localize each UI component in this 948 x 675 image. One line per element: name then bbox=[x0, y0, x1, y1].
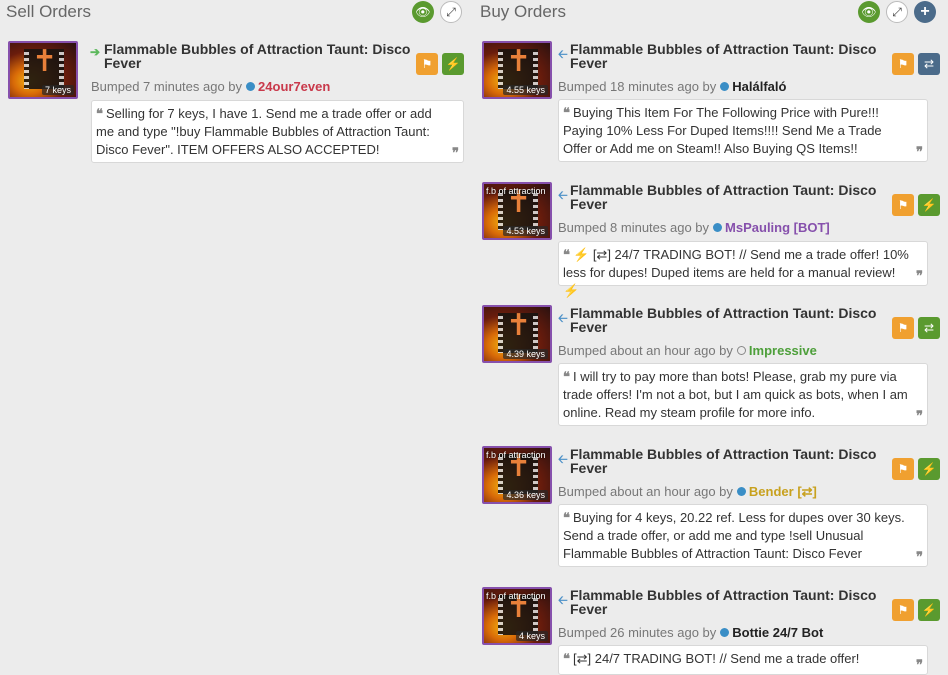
buy-arrow-icon: 🡠 bbox=[558, 593, 568, 607]
quote-open-icon: ❝ bbox=[96, 106, 103, 121]
bolt-icon: ⚡ bbox=[573, 247, 590, 262]
quote-close-icon: ❞ bbox=[916, 549, 923, 564]
quote-open-icon: ❝ bbox=[563, 105, 570, 120]
eye-icon[interactable]: 👁 bbox=[412, 1, 434, 23]
user-link[interactable]: Impressive bbox=[749, 343, 817, 358]
flag-icon[interactable]: ⚑ bbox=[416, 53, 438, 75]
price-tag: 7 keys bbox=[41, 85, 74, 95]
flag-icon[interactable]: ⚑ bbox=[892, 194, 914, 216]
status-dot bbox=[246, 82, 256, 92]
item-caption: f.b of attraction bbox=[486, 450, 546, 460]
flag-icon[interactable]: ⚑ bbox=[892, 599, 914, 621]
plus-icon[interactable]: + bbox=[914, 1, 936, 23]
bumped-line: Bumped 8 minutes ago by MsPauling [BOT] bbox=[558, 220, 830, 235]
bumped-line: Bumped 7 minutes ago by 24our7even bbox=[91, 79, 331, 94]
swap-icon[interactable]: ⇄ bbox=[918, 317, 940, 339]
status-dot bbox=[720, 628, 730, 638]
listing-comment: ❝ Buying This Item For The Following Pric… bbox=[558, 99, 928, 162]
flag-icon[interactable]: ⚑ bbox=[892, 458, 914, 480]
bumped-line: Bumped 18 minutes ago by Halálfaló bbox=[558, 79, 787, 94]
quote-close-icon: ❞ bbox=[916, 408, 923, 423]
expand-icon[interactable]: ⤢ bbox=[440, 1, 462, 23]
buy-arrow-icon: 🡠 bbox=[558, 188, 568, 202]
status-dot bbox=[736, 346, 746, 356]
quote-close-icon: ❞ bbox=[452, 145, 459, 160]
listing-name[interactable]: Flammable Bubbles of Attraction Taunt: D… bbox=[570, 183, 890, 211]
price-tag: 4 keys bbox=[515, 631, 548, 641]
quote-open-icon: ❝ bbox=[563, 510, 570, 525]
buy-arrow-icon: 🡠 bbox=[558, 452, 568, 466]
listing-name[interactable]: Flammable Bubbles of Attraction Taunt: D… bbox=[104, 42, 424, 70]
quote-close-icon: ❞ bbox=[916, 657, 923, 672]
sell-orders-title: Sell Orders bbox=[6, 2, 92, 21]
quote-open-icon: ❝ bbox=[563, 651, 570, 666]
price-tag: 4.39 keys bbox=[503, 349, 548, 359]
price-tag: 4.53 keys bbox=[503, 226, 548, 236]
bolt-icon[interactable]: ⚡ bbox=[918, 194, 940, 216]
sell-arrow-icon: ➔ bbox=[90, 45, 101, 59]
item-caption: f.b of attraction bbox=[486, 186, 546, 196]
user-link[interactable]: 24our7even bbox=[258, 79, 330, 94]
quote-open-icon: ❝ bbox=[563, 369, 570, 384]
listing-name[interactable]: Flammable Bubbles of Attraction Taunt: D… bbox=[570, 306, 890, 334]
item-thumbnail[interactable]: ✝ f.b of attraction 4.36 keys bbox=[482, 446, 552, 504]
bumped-line: Bumped about an hour ago by Bender [⇄] bbox=[558, 484, 817, 499]
item-thumbnail[interactable]: ✝ 4.55 keys bbox=[482, 41, 552, 99]
status-dot bbox=[720, 82, 730, 92]
status-dot bbox=[736, 487, 746, 497]
flag-icon[interactable]: ⚑ bbox=[892, 317, 914, 339]
listing-comment: ❝ Buying for 4 keys, 20.22 ref. Less for … bbox=[558, 504, 928, 567]
listing-name[interactable]: Flammable Bubbles of Attraction Taunt: D… bbox=[570, 42, 890, 70]
item-thumbnail[interactable]: ✝ 7 keys bbox=[8, 41, 78, 99]
item-thumbnail[interactable]: ✝ f.b of attraction 4 keys bbox=[482, 587, 552, 645]
user-link[interactable]: Halálfaló bbox=[732, 79, 786, 94]
quote-open-icon: ❝ bbox=[563, 247, 570, 262]
bumped-line: Bumped about an hour ago by Impressive bbox=[558, 343, 817, 358]
bolt-icon[interactable]: ⚡ bbox=[918, 458, 940, 480]
listing-name[interactable]: Flammable Bubbles of Attraction Taunt: D… bbox=[570, 588, 890, 616]
flag-icon[interactable]: ⚑ bbox=[892, 53, 914, 75]
item-thumbnail[interactable]: ✝ 4.39 keys bbox=[482, 305, 552, 363]
item-thumbnail[interactable]: ✝ f.b of attraction 4.53 keys bbox=[482, 182, 552, 240]
quote-close-icon: ❞ bbox=[916, 268, 923, 283]
user-link[interactable]: Bottie 24/7 Bot bbox=[732, 625, 823, 640]
bolt-icon[interactable]: ⚡ bbox=[442, 53, 464, 75]
bolt-icon: ⚡ bbox=[563, 283, 580, 298]
expand-icon[interactable]: ⤢ bbox=[886, 1, 908, 23]
price-tag: 4.55 keys bbox=[503, 85, 548, 95]
listing-comment: ❝ I will try to pay more than bots! Pleas… bbox=[558, 363, 928, 426]
listing-comment: ❝ ⚡ [⇄] 24/7 TRADING BOT! // Send me a tr… bbox=[558, 241, 928, 298]
eye-icon[interactable]: 👁 bbox=[858, 1, 880, 23]
buy-arrow-icon: 🡠 bbox=[558, 47, 568, 61]
user-link[interactable]: MsPauling [BOT] bbox=[725, 220, 830, 235]
item-caption: f.b of attraction bbox=[486, 591, 546, 601]
listing-comment: ❝ Selling for 7 keys, I have 1. Send me a… bbox=[91, 100, 464, 163]
status-dot bbox=[713, 223, 723, 233]
quote-close-icon: ❞ bbox=[916, 144, 923, 159]
swap-icon[interactable]: ⇄ bbox=[918, 53, 940, 75]
user-link[interactable]: Bender [⇄] bbox=[749, 484, 817, 499]
bolt-icon[interactable]: ⚡ bbox=[918, 599, 940, 621]
listing-name[interactable]: Flammable Bubbles of Attraction Taunt: D… bbox=[570, 447, 890, 475]
buy-arrow-icon: 🡠 bbox=[558, 311, 568, 325]
price-tag: 4.36 keys bbox=[503, 490, 548, 500]
buy-orders-title: Buy Orders bbox=[480, 2, 566, 21]
bumped-line: Bumped 26 minutes ago by Bottie 24/7 Bot bbox=[558, 625, 824, 640]
